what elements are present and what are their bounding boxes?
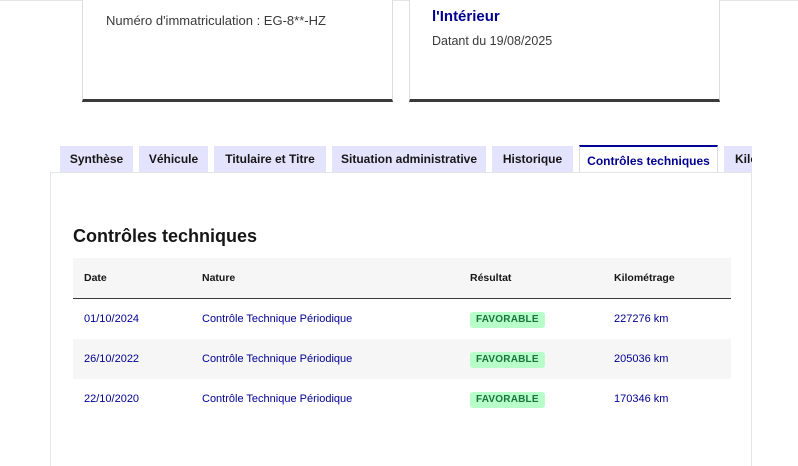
cell-mileage: 170346 km [614, 393, 669, 405]
tab-kilometrage[interactable]: Kilométrage [724, 146, 752, 173]
table-row: 26/10/2022 Contrôle Technique Périodique… [73, 339, 731, 379]
tab-situation-administrative[interactable]: Situation administrative [332, 146, 486, 173]
source-card-date: Datant du 19/08/2025 [432, 34, 553, 48]
cell-mileage: 205036 km [614, 353, 669, 365]
source-card-title: l'Intérieur [432, 8, 500, 25]
column-header-mileage: Kilométrage [614, 272, 675, 284]
panel-title: Contrôles techniques [73, 226, 258, 246]
cell-date: 22/10/2020 [84, 393, 140, 405]
result-badge: FAVORABLE [470, 392, 545, 408]
source-card: l'Intérieur Datant du 19/08/2025 [409, 0, 720, 102]
result-badge: FAVORABLE [470, 352, 545, 368]
tab-panel: Contrôles techniques Date Nature Résulta… [50, 172, 752, 466]
cell-nature: Contrôle Technique Périodique [202, 313, 353, 325]
tab-titulaire[interactable]: Titulaire et Titre [214, 146, 326, 173]
result-badge: FAVORABLE [470, 312, 545, 328]
tab-bar: Synthèse Véhicule Titulaire et Titre Sit… [60, 145, 752, 173]
controls-table: Date Nature Résultat Kilométrage 01/10/2… [73, 258, 731, 419]
cell-nature: Contrôle Technique Périodique [202, 393, 353, 405]
table-row: 22/10/2020 Contrôle Technique Périodique… [73, 379, 731, 419]
tab-controles-techniques[interactable]: Contrôles techniques [579, 145, 718, 173]
table-header: Date Nature Résultat Kilométrage [73, 258, 731, 299]
table-row: 01/10/2024 Contrôle Technique Périodique… [73, 299, 731, 339]
cell-date: 01/10/2024 [84, 313, 140, 325]
tab-historique[interactable]: Historique [492, 146, 573, 173]
column-header-result: Résultat [470, 272, 512, 284]
tab-synthese[interactable]: Synthèse [60, 146, 133, 173]
cell-nature: Contrôle Technique Périodique [202, 353, 353, 365]
registration-card: Numéro d'immatriculation : EG-8**-HZ [82, 0, 393, 102]
registration-number: Numéro d'immatriculation : EG-8**-HZ [106, 13, 326, 28]
tab-vehicule[interactable]: Véhicule [139, 146, 208, 173]
column-header-date: Date [84, 272, 107, 284]
cell-mileage: 227276 km [614, 313, 669, 325]
cell-date: 26/10/2022 [84, 353, 140, 365]
column-header-nature: Nature [202, 272, 236, 284]
